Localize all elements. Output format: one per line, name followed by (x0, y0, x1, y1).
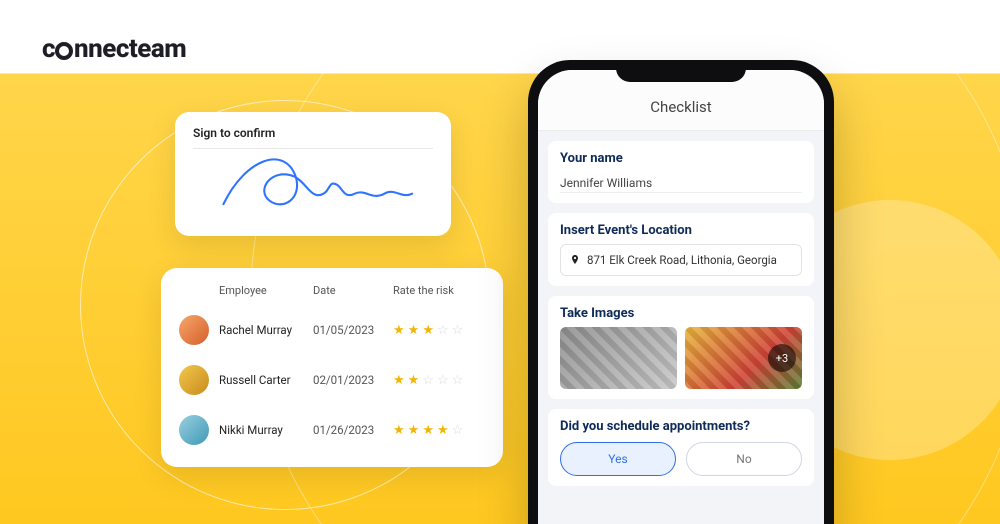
appointments-label: Did you schedule appointments? (560, 419, 802, 434)
phone-screen: Checklist Your name Jennifer Williams In… (538, 70, 824, 524)
star-icon: ☆ (422, 373, 434, 388)
star-icon: ★ (422, 423, 434, 438)
avatar (179, 415, 209, 445)
star-icon: ★ (408, 373, 420, 388)
col-rate: Rate the risk (393, 284, 485, 297)
table-row: Nikki Murray 01/26/2023 ★★★★☆ (179, 405, 485, 455)
star-icon: ★ (408, 323, 420, 338)
employee-name: Nikki Murray (219, 423, 307, 437)
name-label: Your name (560, 151, 802, 166)
name-section: Your name Jennifer Williams (548, 141, 814, 203)
star-icon: ☆ (437, 323, 449, 338)
star-icon: ★ (422, 323, 434, 338)
more-images-badge[interactable]: +3 (768, 344, 796, 372)
employee-date: 01/05/2023 (313, 323, 387, 337)
map-pin-icon (569, 254, 581, 266)
star-icon: ★ (393, 373, 405, 388)
employee-name: Russell Carter (219, 373, 307, 387)
location-section: Insert Event's Location 871 Elk Creek Ro… (548, 213, 814, 286)
signature-title: Sign to confirm (193, 126, 433, 149)
avatar (179, 365, 209, 395)
location-field[interactable]: 871 Elk Creek Road, Lithonia, Georgia (560, 244, 802, 276)
star-icon: ☆ (437, 373, 449, 388)
rating-stars: ★★★☆☆ (393, 323, 485, 338)
star-icon: ☆ (452, 423, 464, 438)
phone-mockup: Checklist Your name Jennifer Williams In… (528, 60, 834, 524)
employee-date: 02/01/2023 (313, 373, 387, 387)
star-icon: ★ (393, 423, 405, 438)
signature-drawing[interactable] (193, 149, 433, 221)
risk-table-card: Employee Date Rate the risk Rachel Murra… (161, 268, 503, 467)
star-icon: ★ (408, 423, 420, 438)
signature-card: Sign to confirm (175, 112, 451, 236)
yes-button[interactable]: Yes (560, 442, 676, 476)
rating-stars: ★★☆☆☆ (393, 373, 485, 388)
col-date: Date (313, 284, 387, 297)
table-row: Russell Carter 02/01/2023 ★★☆☆☆ (179, 355, 485, 405)
brand-logo: cnnecteam (42, 34, 186, 64)
location-label: Insert Event's Location (560, 223, 802, 238)
rating-stars: ★★★★☆ (393, 423, 485, 438)
app-title: Checklist (538, 70, 824, 131)
star-icon: ★ (437, 423, 449, 438)
appointments-section: Did you schedule appointments? Yes No (548, 409, 814, 486)
star-icon: ☆ (452, 323, 464, 338)
table-header: Employee Date Rate the risk (179, 282, 485, 305)
location-value: 871 Elk Creek Road, Lithonia, Georgia (587, 253, 777, 267)
no-button[interactable]: No (686, 442, 802, 476)
employee-name: Rachel Murray (219, 323, 307, 337)
image-thumb[interactable]: +3 (685, 327, 802, 389)
images-section: Take Images +3 (548, 296, 814, 399)
col-employee: Employee (219, 284, 307, 297)
images-label: Take Images (560, 306, 802, 321)
logo-ring-icon (55, 42, 73, 60)
name-field[interactable]: Jennifer Williams (560, 172, 802, 193)
image-thumb[interactable] (560, 327, 677, 389)
avatar (179, 315, 209, 345)
table-row: Rachel Murray 01/05/2023 ★★★☆☆ (179, 305, 485, 355)
star-icon: ☆ (452, 373, 464, 388)
star-icon: ★ (393, 323, 405, 338)
employee-date: 01/26/2023 (313, 423, 387, 437)
